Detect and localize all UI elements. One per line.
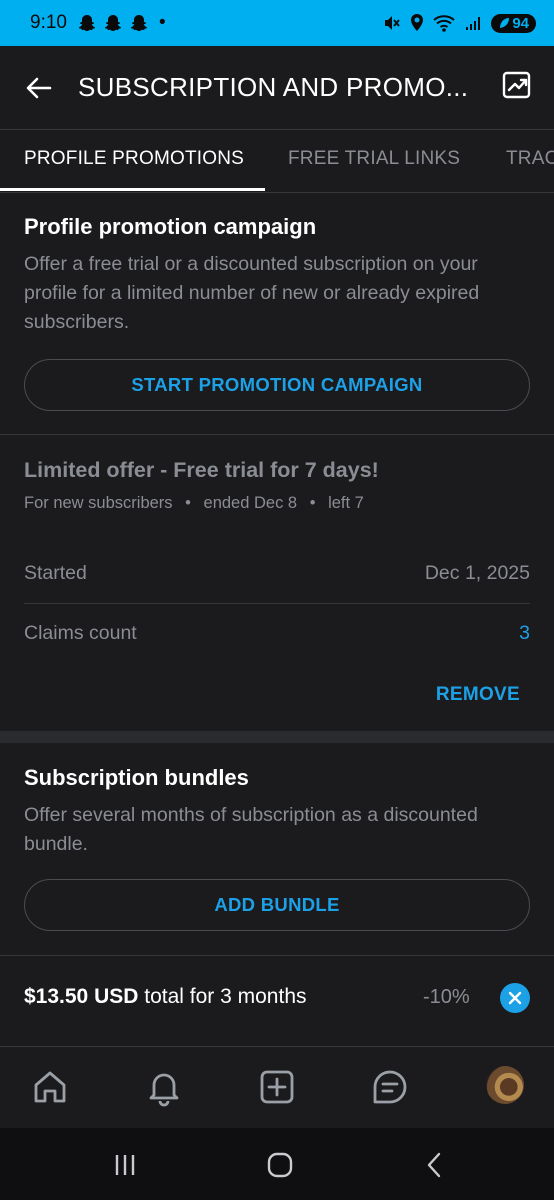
status-bar: 9:10 • 94 xyxy=(0,0,554,46)
meta-separator: • xyxy=(185,494,191,512)
home-icon[interactable] xyxy=(30,1067,70,1107)
battery-level: 94 xyxy=(512,14,529,32)
campaign-meta: For new subscribers • ended Dec 8 • left… xyxy=(24,494,530,513)
profile-avatar[interactable] xyxy=(486,1066,524,1104)
snapchat-icon xyxy=(130,15,147,31)
campaign-audience: For new subscribers xyxy=(24,494,173,512)
notifications-icon[interactable] xyxy=(144,1067,184,1107)
page-title: SUBSCRIPTION AND PROMO... xyxy=(78,72,469,102)
notification-icons: • xyxy=(77,12,166,34)
mute-icon xyxy=(385,16,401,30)
tab-bar: PROFILE PROMOTIONS FREE TRIAL LINKS TRAC xyxy=(0,130,554,193)
meta-separator: • xyxy=(309,494,316,512)
campaign-title: Limited offer - Free trial for 7 days! xyxy=(24,458,379,482)
claims-count-label: Claims count xyxy=(24,622,137,644)
battery-saver-icon xyxy=(500,18,510,28)
claims-count-value[interactable]: 3 xyxy=(519,622,530,645)
started-label: Started xyxy=(24,562,87,584)
started-value: Dec 1, 2025 xyxy=(424,562,530,584)
campaign-left: left 7 xyxy=(328,494,364,512)
bundle-period: total for 3 months xyxy=(144,985,307,1008)
snapchat-icon xyxy=(104,15,121,31)
bundle-row: $13.50 USD total for 3 months xyxy=(24,985,307,1009)
home-button-icon[interactable] xyxy=(265,1150,295,1180)
arrow-left-icon[interactable] xyxy=(24,73,54,103)
location-icon xyxy=(411,14,424,31)
back-button-icon[interactable] xyxy=(420,1150,450,1180)
bundle-price: $13.50 USD xyxy=(24,985,139,1008)
section-separator xyxy=(0,731,554,743)
signal-icon xyxy=(466,17,481,30)
remove-campaign-button[interactable]: REMOVE xyxy=(436,684,520,706)
start-promotion-campaign-button[interactable]: START PROMOTION CAMPAIGN xyxy=(24,359,530,411)
promotion-section: Profile promotion campaign Offer a free … xyxy=(0,214,554,337)
row-divider xyxy=(24,603,530,604)
add-post-icon[interactable] xyxy=(257,1067,297,1107)
promotion-section-title: Profile promotion campaign xyxy=(24,214,317,239)
bundles-section-title: Subscription bundles xyxy=(24,765,249,790)
add-bundle-button[interactable]: ADD BUNDLE xyxy=(24,879,530,931)
messages-icon[interactable] xyxy=(370,1067,410,1107)
bundles-section: Subscription bundles Offer several month… xyxy=(0,765,554,859)
divider xyxy=(0,434,554,435)
tab-free-trial-links[interactable]: FREE TRIAL LINKS xyxy=(288,148,460,170)
campaign-card: Limited offer - Free trial for 7 days! F… xyxy=(0,458,554,513)
chart-icon[interactable] xyxy=(502,70,532,100)
bundles-section-description: Offer several months of subscription as … xyxy=(24,804,478,855)
campaign-ended: ended Dec 8 xyxy=(203,494,298,512)
battery-indicator: 94 xyxy=(491,13,536,33)
remove-bundle-icon[interactable] xyxy=(500,983,530,1013)
active-tab-indicator xyxy=(0,188,265,191)
recent-apps-icon[interactable] xyxy=(110,1150,140,1180)
wifi-icon xyxy=(433,15,455,32)
bundle-discount: -10% xyxy=(423,986,470,1008)
divider xyxy=(0,955,554,956)
promotion-section-description: Offer a free trial or a discounted subsc… xyxy=(24,253,480,333)
snapchat-icon xyxy=(78,15,95,31)
status-time: 9:10 xyxy=(30,12,67,33)
tab-tracking[interactable]: TRAC xyxy=(506,148,554,170)
more-notifications-dot: • xyxy=(158,12,166,33)
system-navigation-bar xyxy=(0,1128,554,1200)
tab-profile-promotions[interactable]: PROFILE PROMOTIONS xyxy=(24,148,244,170)
bottom-nav xyxy=(0,1046,554,1127)
app-header: SUBSCRIPTION AND PROMO... xyxy=(0,46,554,130)
system-status-icons: 94 xyxy=(381,13,536,33)
